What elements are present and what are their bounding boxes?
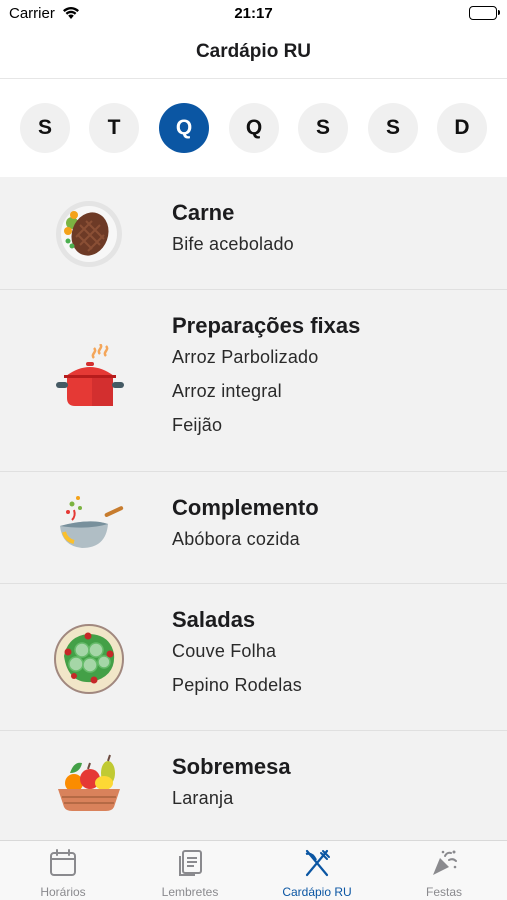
tab-cardapio-ru[interactable]: Cardápio RU — [254, 841, 380, 900]
menu-item-text: Preparações fixas Arroz Parbolizado Arro… — [172, 290, 360, 442]
navigation-bar: Cardápio RU — [0, 28, 507, 79]
menu-item-dish: Feijão — [172, 415, 223, 435]
menu-item-text: Saladas Couve Folha Pepino Rodelas — [172, 584, 302, 702]
tab-lembretes[interactable]: Lembretes — [127, 841, 253, 900]
steak-icon — [52, 197, 126, 271]
menu-item-text: Carne Bife acebolado — [172, 177, 294, 261]
tab-bar: Horários Lembretes Cardápio RU Festas — [0, 840, 507, 900]
menu-item-carne: Carne Bife acebolado — [0, 177, 507, 290]
tab-horarios[interactable]: Horários — [0, 841, 126, 900]
fork-knife-icon — [305, 849, 330, 877]
tab-label: Horários — [40, 885, 86, 899]
menu-item-text: Complemento Abóbora cozida — [172, 472, 319, 556]
party-popper-icon — [433, 850, 457, 875]
status-bar: Carrier 21:17 — [0, 0, 507, 28]
calendar-icon — [50, 849, 76, 876]
tab-label: Lembretes — [161, 885, 219, 899]
tab-label: Cardápio RU — [282, 885, 352, 899]
page-title: Cardápio RU — [195, 41, 312, 62]
battery-icon — [469, 6, 500, 20]
menu-item-title: Saladas — [172, 607, 256, 632]
day-button-thursday[interactable]: Q — [229, 103, 279, 153]
menu-item-title: Sobremesa — [172, 754, 291, 779]
day-button-friday[interactable]: S — [298, 103, 348, 153]
menu-list[interactable]: Carne Bife acebolado Preparações fixas A… — [0, 177, 507, 840]
day-label: T — [107, 116, 121, 139]
menu-item-saladas: Saladas Couve Folha Pepino Rodelas — [0, 584, 507, 731]
day-label: S — [315, 116, 330, 139]
wok-icon — [52, 490, 126, 564]
day-label: Q — [245, 116, 263, 139]
menu-item-preparacoes-fixas: Preparações fixas Arroz Parbolizado Arro… — [0, 290, 507, 472]
menu-item-text: Sobremesa Laranja — [172, 731, 291, 815]
menu-item-title: Complemento — [172, 495, 319, 520]
day-button-sunday[interactable]: D — [437, 103, 487, 153]
menu-item-title: Carne — [172, 200, 235, 225]
menu-item-complemento: Complemento Abóbora cozida — [0, 472, 507, 584]
weekday-selector: S T Q Q S S D — [0, 80, 507, 177]
day-button-tuesday[interactable]: T — [89, 103, 139, 153]
menu-item-dish: Arroz integral — [172, 381, 282, 401]
day-button-wednesday[interactable]: Q — [159, 103, 209, 153]
day-button-saturday[interactable]: S — [368, 103, 418, 153]
day-label: S — [385, 116, 400, 139]
menu-item-sobremesa: Sobremesa Laranja — [0, 731, 507, 840]
menu-item-dish: Abóbora cozida — [172, 529, 300, 549]
status-time: 21:17 — [234, 5, 273, 22]
menu-item-dish: Arroz Parbolizado — [172, 347, 319, 367]
menu-item-title: Preparações fixas — [172, 313, 361, 338]
tab-label: Festas — [425, 885, 462, 899]
menu-item-dish: Couve Folha — [172, 641, 277, 661]
day-label: D — [454, 116, 470, 139]
day-button-monday[interactable]: S — [20, 103, 70, 153]
day-label: S — [37, 116, 52, 139]
menu-item-dish: Laranja — [172, 788, 234, 808]
notes-icon — [179, 850, 202, 876]
day-label: Q — [175, 116, 193, 139]
cooking-pot-icon — [52, 343, 126, 418]
menu-item-dish: Pepino Rodelas — [172, 675, 302, 695]
menu-item-dish: Bife acebolado — [172, 234, 294, 254]
salad-plate-icon — [52, 622, 126, 696]
tab-festas[interactable]: Festas — [381, 841, 507, 900]
fruit-basket-icon — [52, 753, 126, 827]
